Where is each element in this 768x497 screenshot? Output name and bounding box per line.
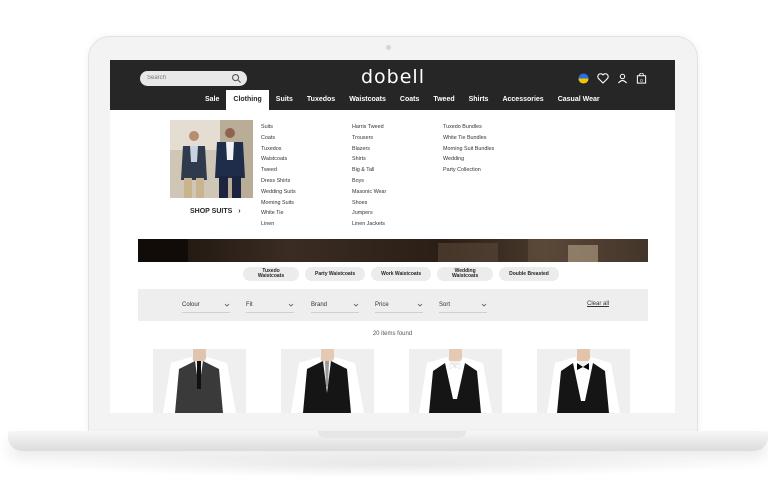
pill-wedding-waistcoats[interactable]: Wedding Waistcoats — [437, 267, 494, 281]
menu-link[interactable]: Wedding Suits — [261, 187, 296, 198]
shop-suits-label: SHOP SUITS — [190, 208, 233, 215]
main-nav: Sale Clothing Suits Tuxedos Waistcoats C… — [198, 90, 607, 110]
menu-link[interactable]: Dress Shirts — [261, 176, 296, 187]
pill-party-waistcoats[interactable]: Party Waistcoats — [305, 267, 366, 281]
menu-link[interactable]: Shoes — [352, 198, 386, 209]
nav-item-suits[interactable]: Suits — [269, 90, 300, 110]
header-icons: 0 — [578, 71, 647, 85]
laptop-notch — [318, 431, 466, 438]
menu-link[interactable]: Tuxedo Bundles — [443, 122, 494, 133]
hero-banner-image — [138, 239, 648, 262]
chevron-down-icon — [417, 303, 423, 307]
menu-link[interactable]: Linen — [261, 219, 296, 230]
filter-label: Colour — [182, 302, 200, 308]
site-logo[interactable]: dobell — [353, 66, 433, 88]
menu-link[interactable]: Wedding — [443, 154, 494, 165]
flag-icon[interactable] — [578, 72, 589, 84]
menu-link[interactable]: Morning Suit Bundles — [443, 144, 494, 155]
menu-link[interactable]: Harris Tweed — [352, 122, 386, 133]
filter-label: Sort — [439, 302, 451, 308]
site-header: dobell — [110, 60, 675, 110]
product-card-image[interactable] — [153, 349, 246, 413]
menu-link[interactable]: Boys — [352, 176, 386, 187]
nav-item-accessories[interactable]: Accessories — [495, 90, 550, 110]
menu-link[interactable]: Masonic Wear — [352, 187, 386, 198]
clear-all-link[interactable]: Clear all — [587, 301, 609, 307]
menu-link[interactable]: Big & Tall — [352, 165, 386, 176]
user-icon[interactable] — [617, 73, 628, 84]
mega-column-3: Tuxedo Bundles White Tie Bundles Morning… — [443, 122, 494, 176]
laptop-shadow — [40, 452, 740, 478]
filter-label: Brand — [311, 302, 328, 308]
hero-banner — [138, 239, 648, 262]
pill-line: Waistcoats — [257, 273, 285, 279]
nav-item-waistcoats[interactable]: Waistcoats — [342, 90, 393, 110]
filter-underline — [246, 312, 294, 313]
pill-work-waistcoats[interactable]: Work Waistcoats — [371, 267, 432, 281]
nav-item-casual-wear[interactable]: Casual Wear — [551, 90, 607, 110]
chevron-down-icon — [224, 303, 230, 307]
menu-link[interactable]: Tuxedos — [261, 144, 296, 155]
chevron-down-icon — [353, 303, 359, 307]
chevron-right-icon: › — [238, 208, 241, 215]
search-icon[interactable] — [231, 73, 242, 84]
menu-link[interactable]: Party Collection — [443, 165, 494, 176]
results-count: 20 items found — [372, 331, 413, 337]
heart-icon[interactable] — [597, 72, 609, 84]
chevron-down-icon — [288, 303, 294, 307]
laptop-camera — [386, 45, 391, 50]
filter-brand[interactable]: Brand — [311, 298, 359, 313]
filter-fit[interactable]: Fit — [246, 298, 294, 313]
mega-column-1: Suits Coats Tuxedos Waistcoats Tweed Dre… — [261, 122, 296, 230]
menu-link[interactable]: Suits — [261, 122, 296, 133]
filter-colour[interactable]: Colour — [182, 298, 230, 313]
filter-underline — [182, 312, 230, 313]
nav-item-tuxedos[interactable]: Tuxedos — [300, 90, 342, 110]
menu-link[interactable]: Linen Jackets — [352, 219, 386, 230]
menu-link[interactable]: Jumpers — [352, 208, 386, 219]
product-card-image[interactable] — [281, 349, 374, 413]
menu-link[interactable]: Morning Suits — [261, 198, 296, 209]
promo-image[interactable] — [170, 120, 253, 198]
nav-item-coats[interactable]: Coats — [393, 90, 426, 110]
mega-column-2: Harris Tweed Trousers Blazers Shirts Big… — [352, 122, 386, 230]
menu-link[interactable]: Trousers — [352, 133, 386, 144]
menu-link[interactable]: Blazers — [352, 144, 386, 155]
product-card-image[interactable] — [537, 349, 630, 413]
nav-item-shirts[interactable]: Shirts — [462, 90, 496, 110]
filter-bar: Colour Fit Brand Price Sort Clear all — [138, 289, 648, 321]
product-grid — [153, 349, 630, 413]
pill-tuxedo-waistcoats[interactable]: Tuxedo Waistcoats — [243, 267, 299, 281]
shop-suits-link[interactable]: SHOP SUITS › — [190, 208, 241, 215]
screen: dobell — [110, 60, 675, 413]
filter-underline — [375, 312, 423, 313]
filter-label: Price — [375, 302, 389, 308]
menu-link[interactable]: Coats — [261, 133, 296, 144]
nav-item-clothing[interactable]: Clothing — [226, 90, 269, 110]
category-pills: Tuxedo Waistcoats Party Waistcoats Work W… — [243, 267, 559, 281]
menu-link[interactable]: Shirts — [352, 154, 386, 165]
menu-link[interactable]: Tweed — [261, 165, 296, 176]
nav-item-tweed[interactable]: Tweed — [426, 90, 461, 110]
pill-line: Waistcoats — [452, 273, 479, 279]
filter-underline — [311, 312, 359, 313]
product-card-image[interactable] — [409, 349, 502, 413]
chevron-down-icon — [481, 303, 487, 307]
menu-link[interactable]: Waistcoats — [261, 154, 296, 165]
pill-double-breasted[interactable]: Double Breasted — [499, 267, 559, 281]
filter-sort[interactable]: Sort — [439, 298, 487, 313]
filter-price[interactable]: Price — [375, 298, 423, 313]
filter-label: Fit — [246, 302, 253, 308]
bag-icon[interactable]: 0 — [636, 72, 647, 84]
page: dobell — [0, 0, 768, 497]
menu-link[interactable]: White Tie — [261, 208, 296, 219]
bag-count: 0 — [640, 77, 643, 82]
filter-underline — [439, 312, 487, 313]
nav-item-sale[interactable]: Sale — [198, 90, 226, 110]
menu-link[interactable]: White Tie Bundles — [443, 133, 494, 144]
